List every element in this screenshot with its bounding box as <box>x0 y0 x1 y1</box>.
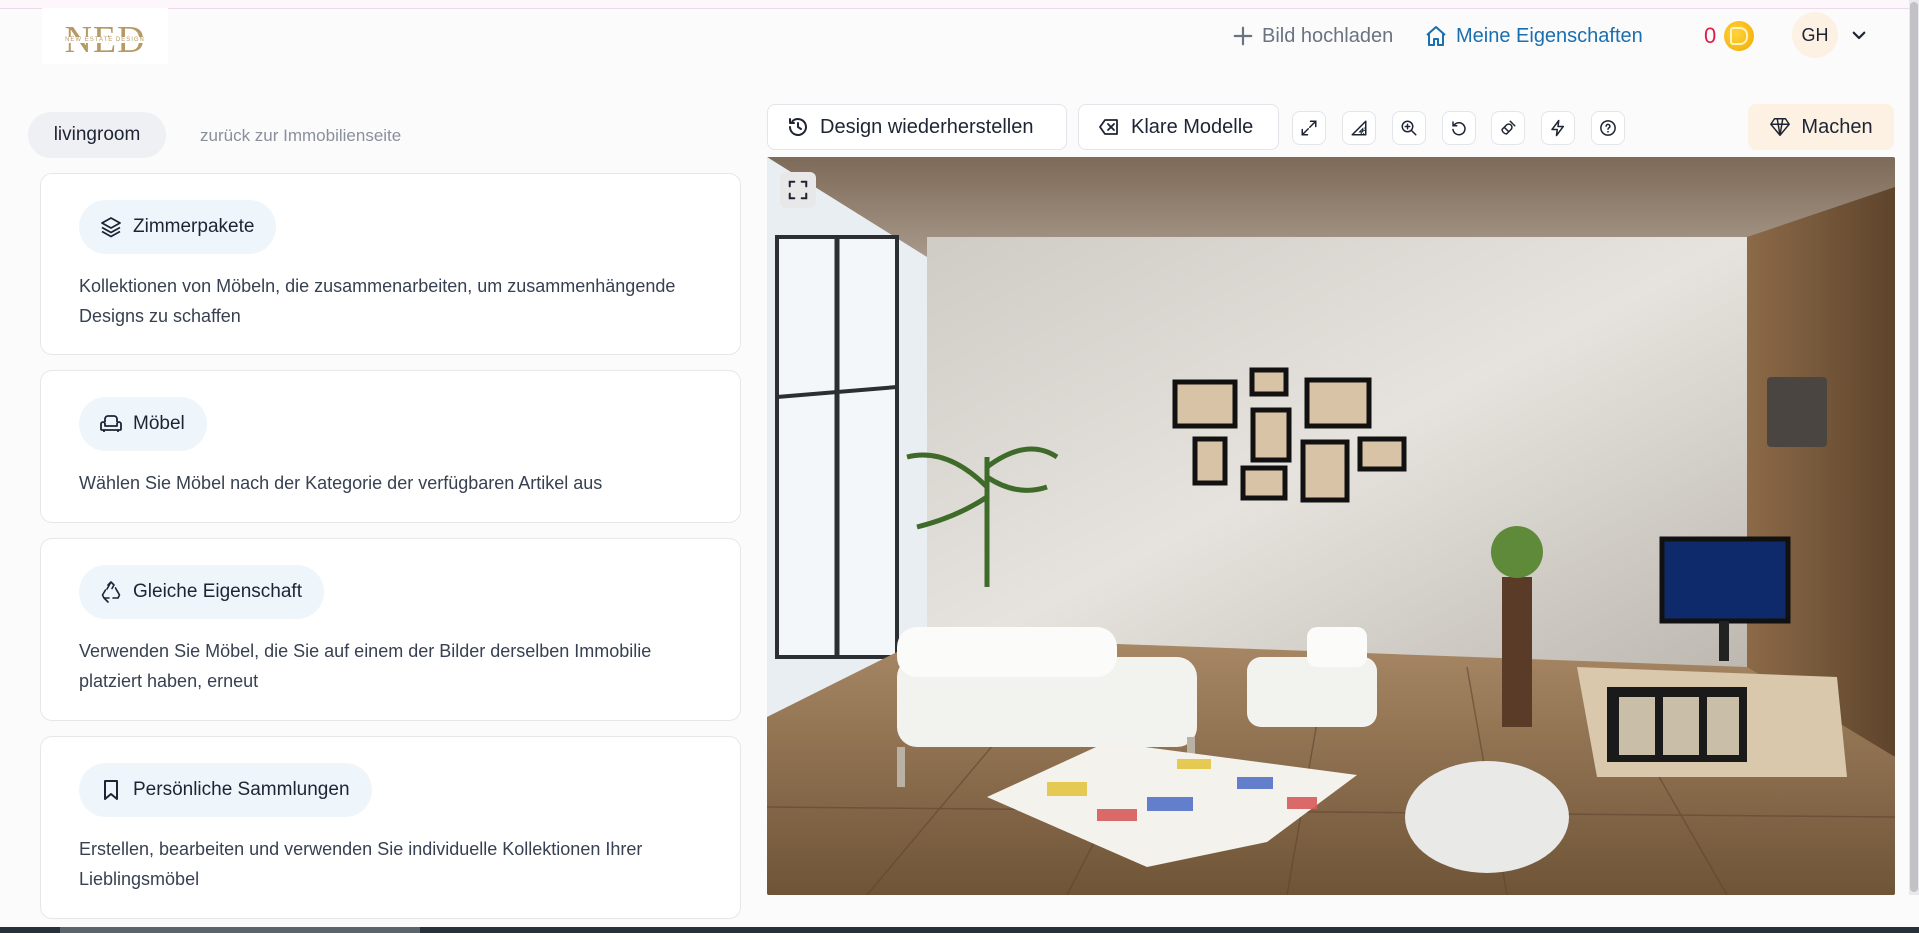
clear-models-button[interactable]: Klare Modelle <box>1078 104 1279 150</box>
same-property-title: Gleiche Eigenschaft <box>133 581 302 602</box>
magnet-icon <box>1501 120 1516 135</box>
room-canvas[interactable] <box>767 157 1895 895</box>
restore-design-label: Design wiederherstellen <box>820 115 1034 138</box>
furniture-title: Möbel <box>133 413 185 434</box>
layers-icon <box>101 217 121 238</box>
my-properties-link[interactable]: Meine Eigenschaften <box>1424 20 1643 52</box>
diamond-icon <box>1770 118 1791 136</box>
logo[interactable]: NED NEW ESTATE DESIGN <box>42 8 168 64</box>
armchair-icon <box>100 415 122 432</box>
personal-collections-desc: Erstellen, bearbeiten und verwenden Sie … <box>79 839 643 889</box>
chevron-down-icon <box>1852 31 1866 40</box>
room-tab-livingroom[interactable]: livingroom <box>28 112 166 158</box>
card-personal-collections[interactable]: Persönliche Sammlungen Erstellen, bearbe… <box>40 736 741 919</box>
ruler-triangle-icon <box>1351 120 1367 136</box>
coin-count: 0 <box>1704 23 1717 48</box>
fullscreen-button[interactable] <box>780 172 816 208</box>
personal-collections-title: Persönliche Sammlungen <box>133 779 350 800</box>
fullscreen-icon <box>788 180 808 200</box>
bottom-bar-segment <box>60 927 420 933</box>
magnet-button[interactable] <box>1491 111 1525 145</box>
expand-button[interactable] <box>1292 111 1326 145</box>
lightning-icon <box>1551 119 1564 137</box>
room-render-image <box>767 157 1895 895</box>
personal-collections-pill[interactable]: Persönliche Sammlungen <box>79 763 372 817</box>
back-to-property-link[interactable]: zurück zur Immobilienseite <box>200 126 401 146</box>
my-properties-label: Meine Eigenschaften <box>1456 24 1643 47</box>
room-packages-desc: Kollektionen von Möbeln, die zusammenarb… <box>79 276 676 326</box>
card-furniture[interactable]: Möbel Wählen Sie Möbel nach der Kategori… <box>40 370 741 523</box>
make-button[interactable]: Machen <box>1748 104 1894 150</box>
restore-design-button[interactable]: Design wiederherstellen <box>767 104 1067 150</box>
furniture-pill[interactable]: Möbel <box>79 397 207 451</box>
bookmark-icon <box>104 780 118 800</box>
expand-icon <box>1301 120 1317 136</box>
coin-icon <box>1724 21 1755 51</box>
home-icon <box>1426 26 1446 46</box>
zoom-in-icon <box>1401 120 1417 136</box>
same-property-desc: Verwenden Sie Möbel, die Sie auf einem d… <box>79 641 652 691</box>
plus-icon <box>1233 26 1253 46</box>
card-room-packages[interactable]: Zimmerpakete Kollektionen von Möbeln, di… <box>40 173 741 355</box>
same-property-pill[interactable]: Gleiche Eigenschaft <box>79 565 324 619</box>
undo-button[interactable] <box>1442 111 1476 145</box>
zoom-in-button[interactable] <box>1392 111 1426 145</box>
room-packages-title: Zimmerpakete <box>133 216 255 237</box>
user-menu[interactable]: GH <box>1792 12 1868 58</box>
history-icon <box>789 118 807 136</box>
clear-icon <box>1099 119 1118 135</box>
logo-subtitle: NEW ESTATE DESIGN <box>63 37 147 43</box>
lightning-button[interactable] <box>1541 111 1575 145</box>
coin-balance[interactable]: 0 <box>1704 18 1755 54</box>
upload-image-button[interactable]: Bild hochladen <box>1232 20 1393 52</box>
measure-button[interactable] <box>1342 111 1376 145</box>
make-label: Machen <box>1801 115 1873 138</box>
undo-icon <box>1452 121 1466 136</box>
upload-image-label: Bild hochladen <box>1262 24 1394 47</box>
card-same-property[interactable]: Gleiche Eigenschaft Verwenden Sie Möbel,… <box>40 538 741 721</box>
avatar: GH <box>1792 12 1838 58</box>
recycle-icon <box>101 581 121 603</box>
clear-models-label: Klare Modelle <box>1131 115 1254 138</box>
room-packages-pill[interactable]: Zimmerpakete <box>79 200 277 254</box>
top-border <box>0 0 1919 9</box>
furniture-desc: Wählen Sie Möbel nach der Kategorie der … <box>79 473 603 493</box>
help-button[interactable] <box>1591 111 1625 145</box>
help-icon <box>1600 120 1616 136</box>
page-scrollbar-thumb[interactable] <box>1910 2 1918 892</box>
